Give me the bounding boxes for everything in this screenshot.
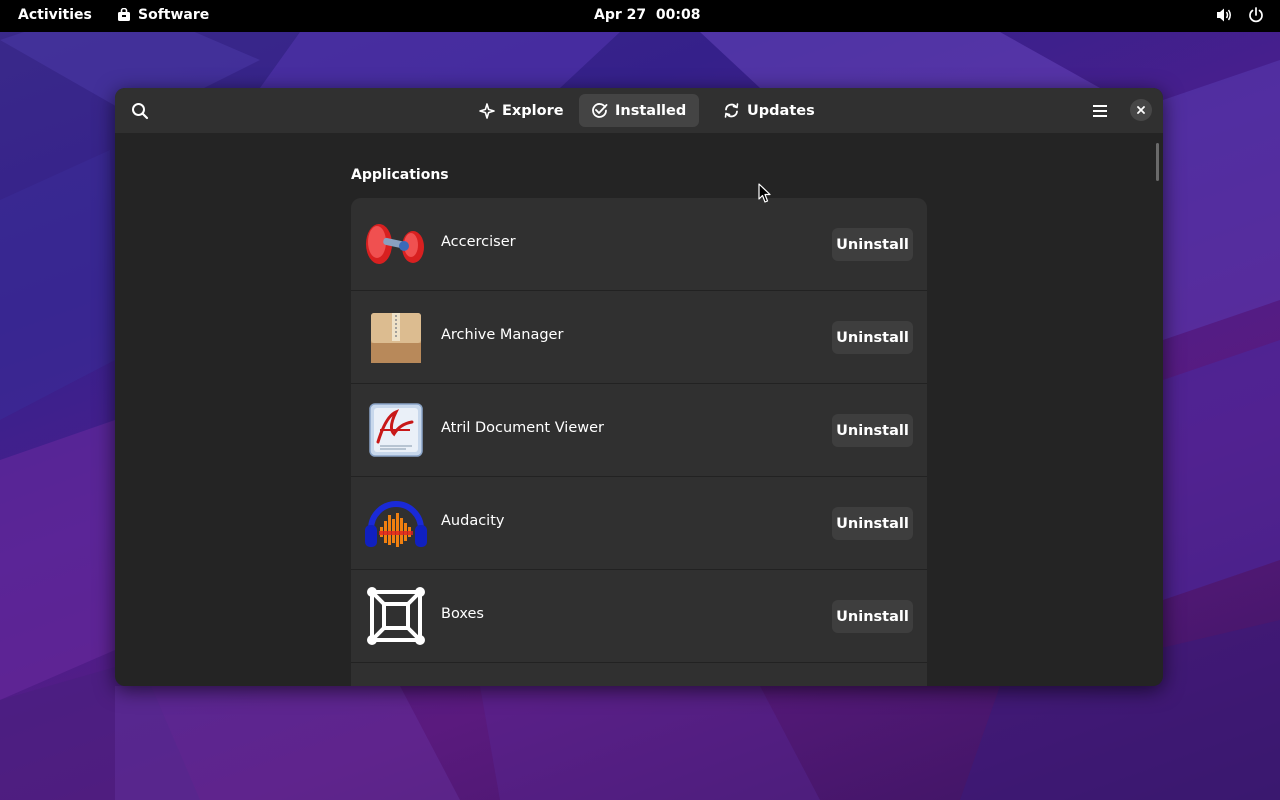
accerciser-icon — [363, 212, 429, 276]
list-item[interactable]: Accerciser Uninstall — [351, 198, 927, 291]
main-menu-button[interactable] — [1085, 96, 1115, 126]
app-name: Atril Document Viewer — [441, 420, 604, 436]
system-tray[interactable] — [1216, 7, 1264, 23]
header-bar: Explore Installed Updates — [115, 88, 1163, 133]
uninstall-button[interactable]: Uninstall — [832, 321, 913, 354]
audacity-icon — [363, 491, 429, 555]
list-item[interactable]: Audacity Uninstall — [351, 477, 927, 570]
close-button[interactable] — [1130, 99, 1152, 121]
uninstall-button[interactable]: Uninstall — [832, 228, 913, 261]
list-item[interactable]: Atril Document Viewer Uninstall — [351, 384, 927, 477]
clock[interactable]: Apr 27 00:08 — [594, 7, 700, 23]
section-title: Applications — [351, 167, 449, 183]
atril-icon — [363, 398, 429, 462]
list-item[interactable]: Archive Manager Uninstall — [351, 291, 927, 384]
app-menu-label: Software — [138, 7, 210, 23]
tab-updates-label: Updates — [747, 102, 815, 119]
boxes-icon — [363, 584, 429, 648]
scrollbar[interactable] — [1156, 143, 1159, 181]
hamburger-menu-icon — [1093, 105, 1107, 117]
activities-button[interactable]: Activities — [18, 7, 92, 23]
app-name: Accerciser — [441, 234, 516, 250]
app-name: Boxes — [441, 606, 484, 622]
tab-explore[interactable]: Explore — [467, 94, 576, 127]
installed-app-list: Accerciser Uninstall Archive Manager Uni… — [351, 198, 927, 686]
tab-installed[interactable]: Installed — [579, 94, 699, 127]
sparkle-icon — [479, 102, 495, 119]
tab-updates[interactable]: Updates — [711, 94, 827, 127]
app-name: Audacity — [441, 513, 505, 529]
tab-explore-label: Explore — [502, 102, 564, 119]
uninstall-button[interactable]: Uninstall — [832, 414, 913, 447]
top-bar: Activities Software Apr 27 00:08 — [0, 0, 1280, 32]
power-icon[interactable] — [1248, 7, 1264, 23]
view-switcher: Explore Installed Updates — [115, 94, 1163, 128]
check-circle-icon — [592, 103, 608, 118]
installed-page[interactable]: Applications Accerciser Uninstall Archiv… — [115, 133, 1163, 686]
uninstall-button[interactable]: Uninstall — [832, 600, 913, 633]
list-item[interactable]: Boxes Uninstall — [351, 570, 927, 663]
tab-installed-label: Installed — [615, 102, 687, 119]
app-menu[interactable]: Software — [117, 7, 209, 23]
mouse-pointer-icon — [758, 183, 771, 203]
software-bag-icon — [118, 8, 130, 21]
volume-icon[interactable] — [1216, 7, 1234, 23]
list-item-partial[interactable] — [351, 663, 927, 686]
refresh-icon — [724, 103, 739, 118]
software-window: Explore Installed Updates Applications A… — [115, 88, 1163, 686]
close-icon — [1137, 106, 1145, 114]
archive-manager-icon — [363, 305, 429, 369]
uninstall-button[interactable]: Uninstall — [832, 507, 913, 540]
app-name: Archive Manager — [441, 327, 564, 343]
